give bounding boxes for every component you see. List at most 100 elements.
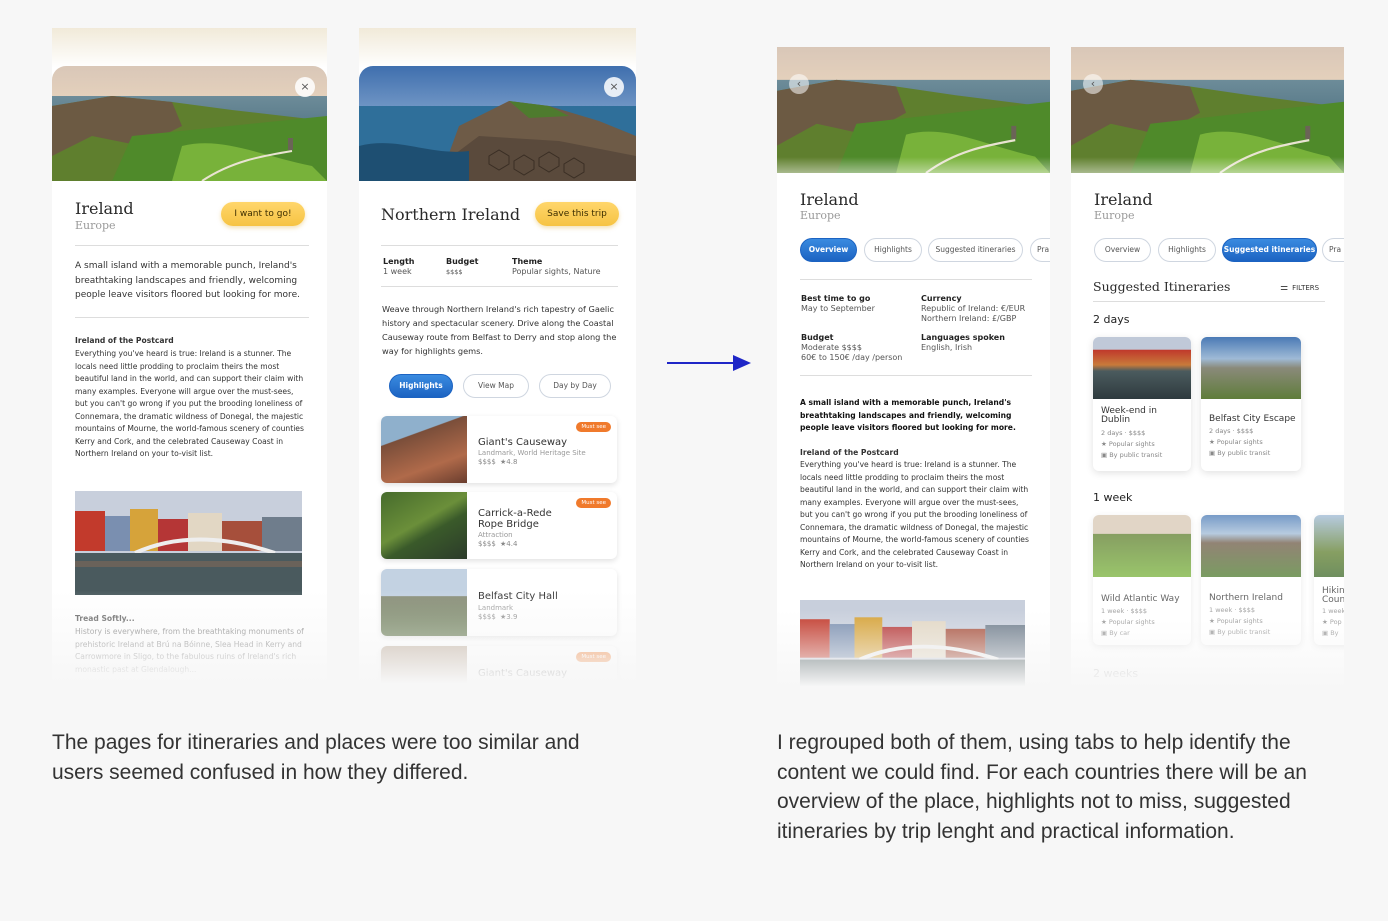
group-heading: 2 days <box>1093 313 1130 326</box>
budget-label: Budget <box>801 333 834 342</box>
itinerary-name: Hiking Coun <box>1322 586 1344 605</box>
itinerary-meta: 2 days · $$$$ <box>1209 427 1254 435</box>
divider <box>381 286 618 287</box>
itinerary-card[interactable]: Hiking Coun 1 week ★ Pop ▣ By <box>1314 515 1344 645</box>
place-rating: ★4.4 <box>500 540 518 548</box>
place-price: $$$$ <box>478 613 496 621</box>
close-icon[interactable]: × <box>295 77 315 97</box>
i-want-to-go-button[interactable]: I want to go! <box>221 202 305 226</box>
tab-highlights[interactable]: Highlights <box>1158 238 1216 262</box>
list-item[interactable]: Must see Giant's Causeway Landmark, Worl… <box>381 416 617 483</box>
budget-value: Moderate $$$$ <box>801 343 862 352</box>
itinerary-meta: 1 week · $$$$ <box>1209 606 1256 614</box>
tab-suggested-itineraries[interactable]: Suggested itineraries <box>928 238 1023 262</box>
filters-label: FILTERS <box>1292 284 1320 292</box>
divider <box>800 279 1032 280</box>
itinerary-thumbnail <box>1201 515 1301 577</box>
place-title: Ireland <box>1094 190 1153 209</box>
dublin-bridge-photo <box>800 600 1025 700</box>
close-icon[interactable]: × <box>604 77 624 97</box>
place-thumbnail <box>381 569 467 636</box>
best-time-label: Best time to go <box>801 294 871 303</box>
divider <box>1093 301 1325 302</box>
caption-right: I regrouped both of them, using tabs to … <box>777 731 1307 843</box>
section-body: History is everywhere, from the breathta… <box>75 627 304 674</box>
group-heading: 1 week <box>1093 491 1133 504</box>
currency-value: Republic of Ireland: €/EUR Northern Irel… <box>921 304 1026 323</box>
section-title: Tread Softly... <box>75 614 135 623</box>
must-see-badge: Must see <box>576 652 611 662</box>
section-heading: Suggested Itineraries <box>1093 279 1231 294</box>
hero-image-cliffs <box>52 66 327 181</box>
tab-view-map[interactable]: View Map <box>463 374 529 398</box>
place-subtitle: Europe <box>1094 209 1135 222</box>
place-title: Ireland <box>75 199 134 218</box>
divider <box>75 317 309 318</box>
section-title: Ireland of the Postcard <box>75 336 174 345</box>
tab-overview[interactable]: Overview <box>800 238 857 262</box>
itinerary-name: Week-end in Dublin <box>1101 406 1157 425</box>
must-see-badge: Must see <box>576 498 611 508</box>
budget-range: 60€ to 150€ /day /person <box>801 353 903 362</box>
fact-value: $$$$ <box>446 268 463 276</box>
back-icon[interactable]: ‹ <box>789 74 809 94</box>
intro-text: A small island with a memorable punch, I… <box>800 398 1016 432</box>
itinerary-card[interactable]: Wild Atlantic Way 1 week · $$$$ ★ Popula… <box>1093 515 1191 645</box>
place-subtitle: Europe <box>800 209 841 222</box>
old-itinerary-screen: × Northern Ireland Save this trip Length… <box>359 28 636 700</box>
place-type: Landmark, World Heritage Site <box>478 449 586 457</box>
must-see-badge: Must see <box>576 422 611 432</box>
place-name: Giant's Causeway <box>478 668 568 679</box>
place-thumbnail <box>381 492 467 559</box>
itinerary-transport: ▣ By <box>1322 629 1339 637</box>
intro-text: A small island with a memorable punch, I… <box>75 261 300 300</box>
place-thumbnail <box>381 416 467 483</box>
itinerary-transport: ▣ By car <box>1101 629 1130 637</box>
place-subtitle: Europe <box>75 219 116 232</box>
itinerary-theme: ★ Popular sights <box>1101 618 1155 626</box>
itinerary-name: Northern Ireland <box>1209 593 1283 603</box>
tab-practical[interactable]: Pra <box>1030 238 1050 262</box>
place-price: $$$$ <box>478 458 496 466</box>
hero-image-cliffs <box>777 47 1050 173</box>
top-fade <box>52 28 327 68</box>
intro-text: Weave through Northern Ireland's rich ta… <box>382 304 617 356</box>
caption-left: The pages for itineraries and places wer… <box>52 731 580 784</box>
tab-suggested-itineraries[interactable]: Suggested itineraries <box>1222 238 1317 262</box>
old-place-screen: × Ireland Europe I want to go! A small i… <box>52 28 327 700</box>
place-name: Belfast City Hall <box>478 591 558 602</box>
back-icon[interactable]: ‹ <box>1083 74 1103 94</box>
itinerary-theme: ★ Popular sights <box>1101 440 1155 448</box>
best-time-value: May to September <box>801 304 875 313</box>
tab-overview[interactable]: Overview <box>1094 238 1151 262</box>
itinerary-title: Northern Ireland <box>381 205 521 224</box>
new-overview-screen: ‹ Ireland Europe Overview Highlights Sug… <box>777 47 1050 700</box>
top-fade <box>359 28 636 68</box>
itinerary-card[interactable]: Week-end in Dublin 2 days · $$$$ ★ Popul… <box>1093 337 1191 471</box>
arrow-right-icon <box>667 355 751 371</box>
list-item[interactable]: Must see Giant's Causeway <box>381 646 617 700</box>
itinerary-card[interactable]: Northern Ireland 1 week · $$$$ ★ Popular… <box>1201 515 1301 645</box>
place-thumbnail <box>381 646 467 700</box>
list-item[interactable]: Belfast City Hall Landmark $$$$ ★3.9 <box>381 569 617 636</box>
filters-button[interactable]: ⚌ FILTERS <box>1280 283 1319 295</box>
tab-day-by-day[interactable]: Day by Day <box>539 374 611 398</box>
itinerary-card[interactable]: Belfast City Escape 2 days · $$$$ ★ Popu… <box>1201 337 1301 471</box>
place-price: $$$$ <box>478 540 496 548</box>
list-item[interactable]: Must see Carrick-a-Rede Rope Bridge Attr… <box>381 492 617 559</box>
itinerary-meta: 1 week · $$$$ <box>1101 607 1148 615</box>
divider <box>75 245 309 246</box>
filters-icon: ⚌ <box>1280 283 1289 293</box>
dublin-bridge-photo <box>75 491 302 595</box>
new-itineraries-screen: ‹ Ireland Europe Overview Highlights Sug… <box>1071 47 1344 700</box>
divider <box>381 245 618 246</box>
itinerary-name: Belfast City Escape <box>1209 414 1296 424</box>
save-this-trip-button[interactable]: Save this trip <box>535 202 619 226</box>
tab-highlights[interactable]: Highlights <box>864 238 922 262</box>
itinerary-name: Wild Atlantic Way <box>1101 594 1180 604</box>
currency-label: Currency <box>921 294 962 303</box>
tab-practical[interactable]: Pra <box>1322 238 1344 262</box>
tab-highlights[interactable]: Highlights <box>389 374 453 398</box>
itinerary-thumbnail <box>1093 515 1191 577</box>
hero-image-cliffs <box>1071 47 1344 173</box>
